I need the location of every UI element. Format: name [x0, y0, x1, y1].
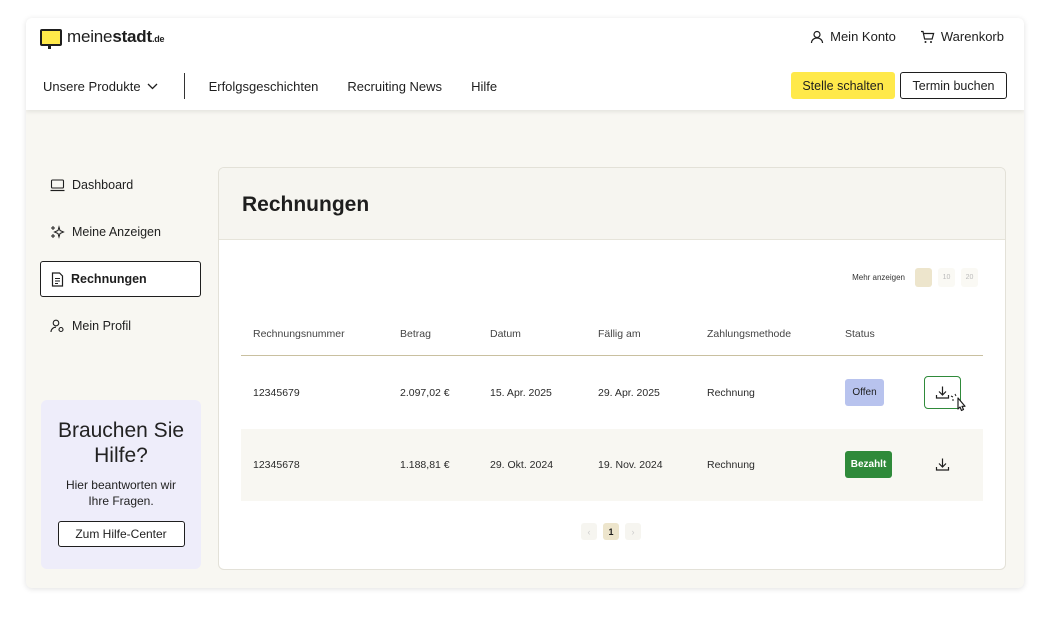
invoice-number: 12345679	[253, 387, 300, 399]
invoice-amount: 1.188,81 €	[400, 459, 450, 471]
column-header[interactable]: Datum	[490, 328, 521, 340]
payment-method: Rechnung	[707, 459, 755, 471]
table-header: Rechnungsnummer Betrag Datum Fällig am Z…	[241, 318, 983, 356]
main-nav: Unsere Produkte Erfolgsgeschichten Recru…	[43, 73, 526, 99]
invoice-amount: 2.097,02 €	[400, 387, 450, 399]
invoice-date: 29. Okt. 2024	[490, 459, 554, 471]
prev-page-button[interactable]: ‹	[581, 523, 597, 540]
sidebar-item-mein-profil[interactable]: Mein Profil	[40, 308, 201, 344]
chevron-down-icon	[147, 83, 158, 89]
download-button[interactable]	[924, 448, 961, 481]
nav-item-erfolgsgeschichten[interactable]: Erfolgsgeschichten	[209, 79, 319, 94]
payment-method: Rechnung	[707, 387, 755, 399]
invoice-number: 12345678	[253, 459, 300, 471]
column-header[interactable]: Status	[845, 328, 875, 340]
current-page-button[interactable]: 1	[603, 523, 619, 540]
invoice-due-date: 29. Apr. 2025	[598, 387, 660, 399]
panel-header: Rechnungen	[219, 168, 1005, 240]
table-row: 12345678 1.188,81 € 29. Okt. 2024 19. No…	[241, 429, 983, 501]
pointer-cursor-icon	[950, 393, 966, 412]
sidebar-item-dashboard[interactable]: Dashboard	[40, 167, 201, 203]
nav-item-hilfe[interactable]: Hilfe	[471, 79, 497, 94]
download-icon	[935, 458, 950, 471]
sidebar-item-label: Dashboard	[72, 178, 134, 192]
laptop-icon	[50, 178, 65, 191]
invoices-panel: Rechnungen Mehr anzeigen 5 10 20 Rechnun…	[218, 167, 1006, 570]
help-title: Brauchen Sie Hilfe?	[57, 419, 185, 467]
user-icon	[811, 30, 824, 43]
sidebar-item-label: Meine Anzeigen	[72, 225, 161, 239]
page-size-option-20[interactable]: 20	[961, 268, 978, 287]
status-badge: Offen	[845, 379, 884, 406]
page-size-option-10[interactable]: 10	[938, 268, 955, 287]
sparkle-icon	[51, 225, 65, 239]
app-window: meinestadt.de Mein Konto Warenkorb Unser…	[26, 18, 1024, 588]
sidebar-item-label: Rechnungen	[71, 272, 147, 286]
products-label: Unsere Produkte	[43, 78, 141, 94]
cart-link[interactable]: Warenkorb	[920, 29, 1004, 44]
sidebar-item-meine-anzeigen[interactable]: Meine Anzeigen	[40, 214, 201, 250]
site-header: meinestadt.de Mein Konto Warenkorb Unser…	[26, 18, 1024, 110]
post-job-button[interactable]: Stelle schalten	[791, 72, 895, 99]
page-size-option-5[interactable]: 5	[915, 268, 932, 287]
help-card: Brauchen Sie Hilfe? Hier beantworten wir…	[41, 400, 201, 569]
user-settings-icon	[50, 319, 64, 333]
page-size-selector: Mehr anzeigen 5 10 20	[852, 268, 978, 287]
book-appointment-button[interactable]: Termin buchen	[900, 72, 1007, 99]
page-title: Rechnungen	[242, 192, 370, 216]
cart-icon	[920, 30, 935, 43]
top-links: Mein Konto Warenkorb	[810, 29, 1004, 44]
cart-label: Warenkorb	[940, 29, 1004, 44]
invoice-due-date: 19. Nov. 2024	[598, 459, 663, 471]
column-header[interactable]: Rechnungsnummer	[253, 328, 345, 340]
table-row: 12345679 2.097,02 € 15. Apr. 2025 29. Ap…	[241, 357, 983, 429]
nav-item-recruiting-news[interactable]: Recruiting News	[347, 79, 442, 94]
column-header[interactable]: Betrag	[400, 328, 431, 340]
help-text: Hier beantworten wir Ihre Fragen.	[65, 478, 177, 508]
logo-icon	[40, 28, 62, 49]
status-badge: Bezahlt	[845, 451, 892, 478]
account-link[interactable]: Mein Konto	[810, 29, 896, 44]
help-center-button[interactable]: Zum Hilfe-Center	[57, 521, 185, 547]
more-label: Mehr anzeigen	[852, 273, 905, 282]
column-header[interactable]: Fällig am	[598, 328, 641, 340]
sidebar-item-label: Mein Profil	[72, 319, 132, 333]
products-dropdown[interactable]: Unsere Produkte	[43, 79, 158, 94]
logo-text: meinestadt.de	[67, 27, 165, 46]
document-icon	[51, 271, 64, 287]
invoice-date: 15. Apr. 2025	[490, 387, 552, 399]
download-icon	[935, 386, 950, 399]
sidebar-item-rechnungen[interactable]: Rechnungen	[40, 261, 201, 297]
nav-divider	[183, 73, 185, 99]
account-label: Mein Konto	[830, 29, 896, 44]
next-page-button[interactable]: ›	[625, 523, 641, 540]
pagination: ‹ 1 ›	[581, 523, 641, 540]
logo[interactable]: meinestadt.de	[40, 27, 165, 49]
column-header[interactable]: Zahlungsmethode	[707, 328, 791, 340]
